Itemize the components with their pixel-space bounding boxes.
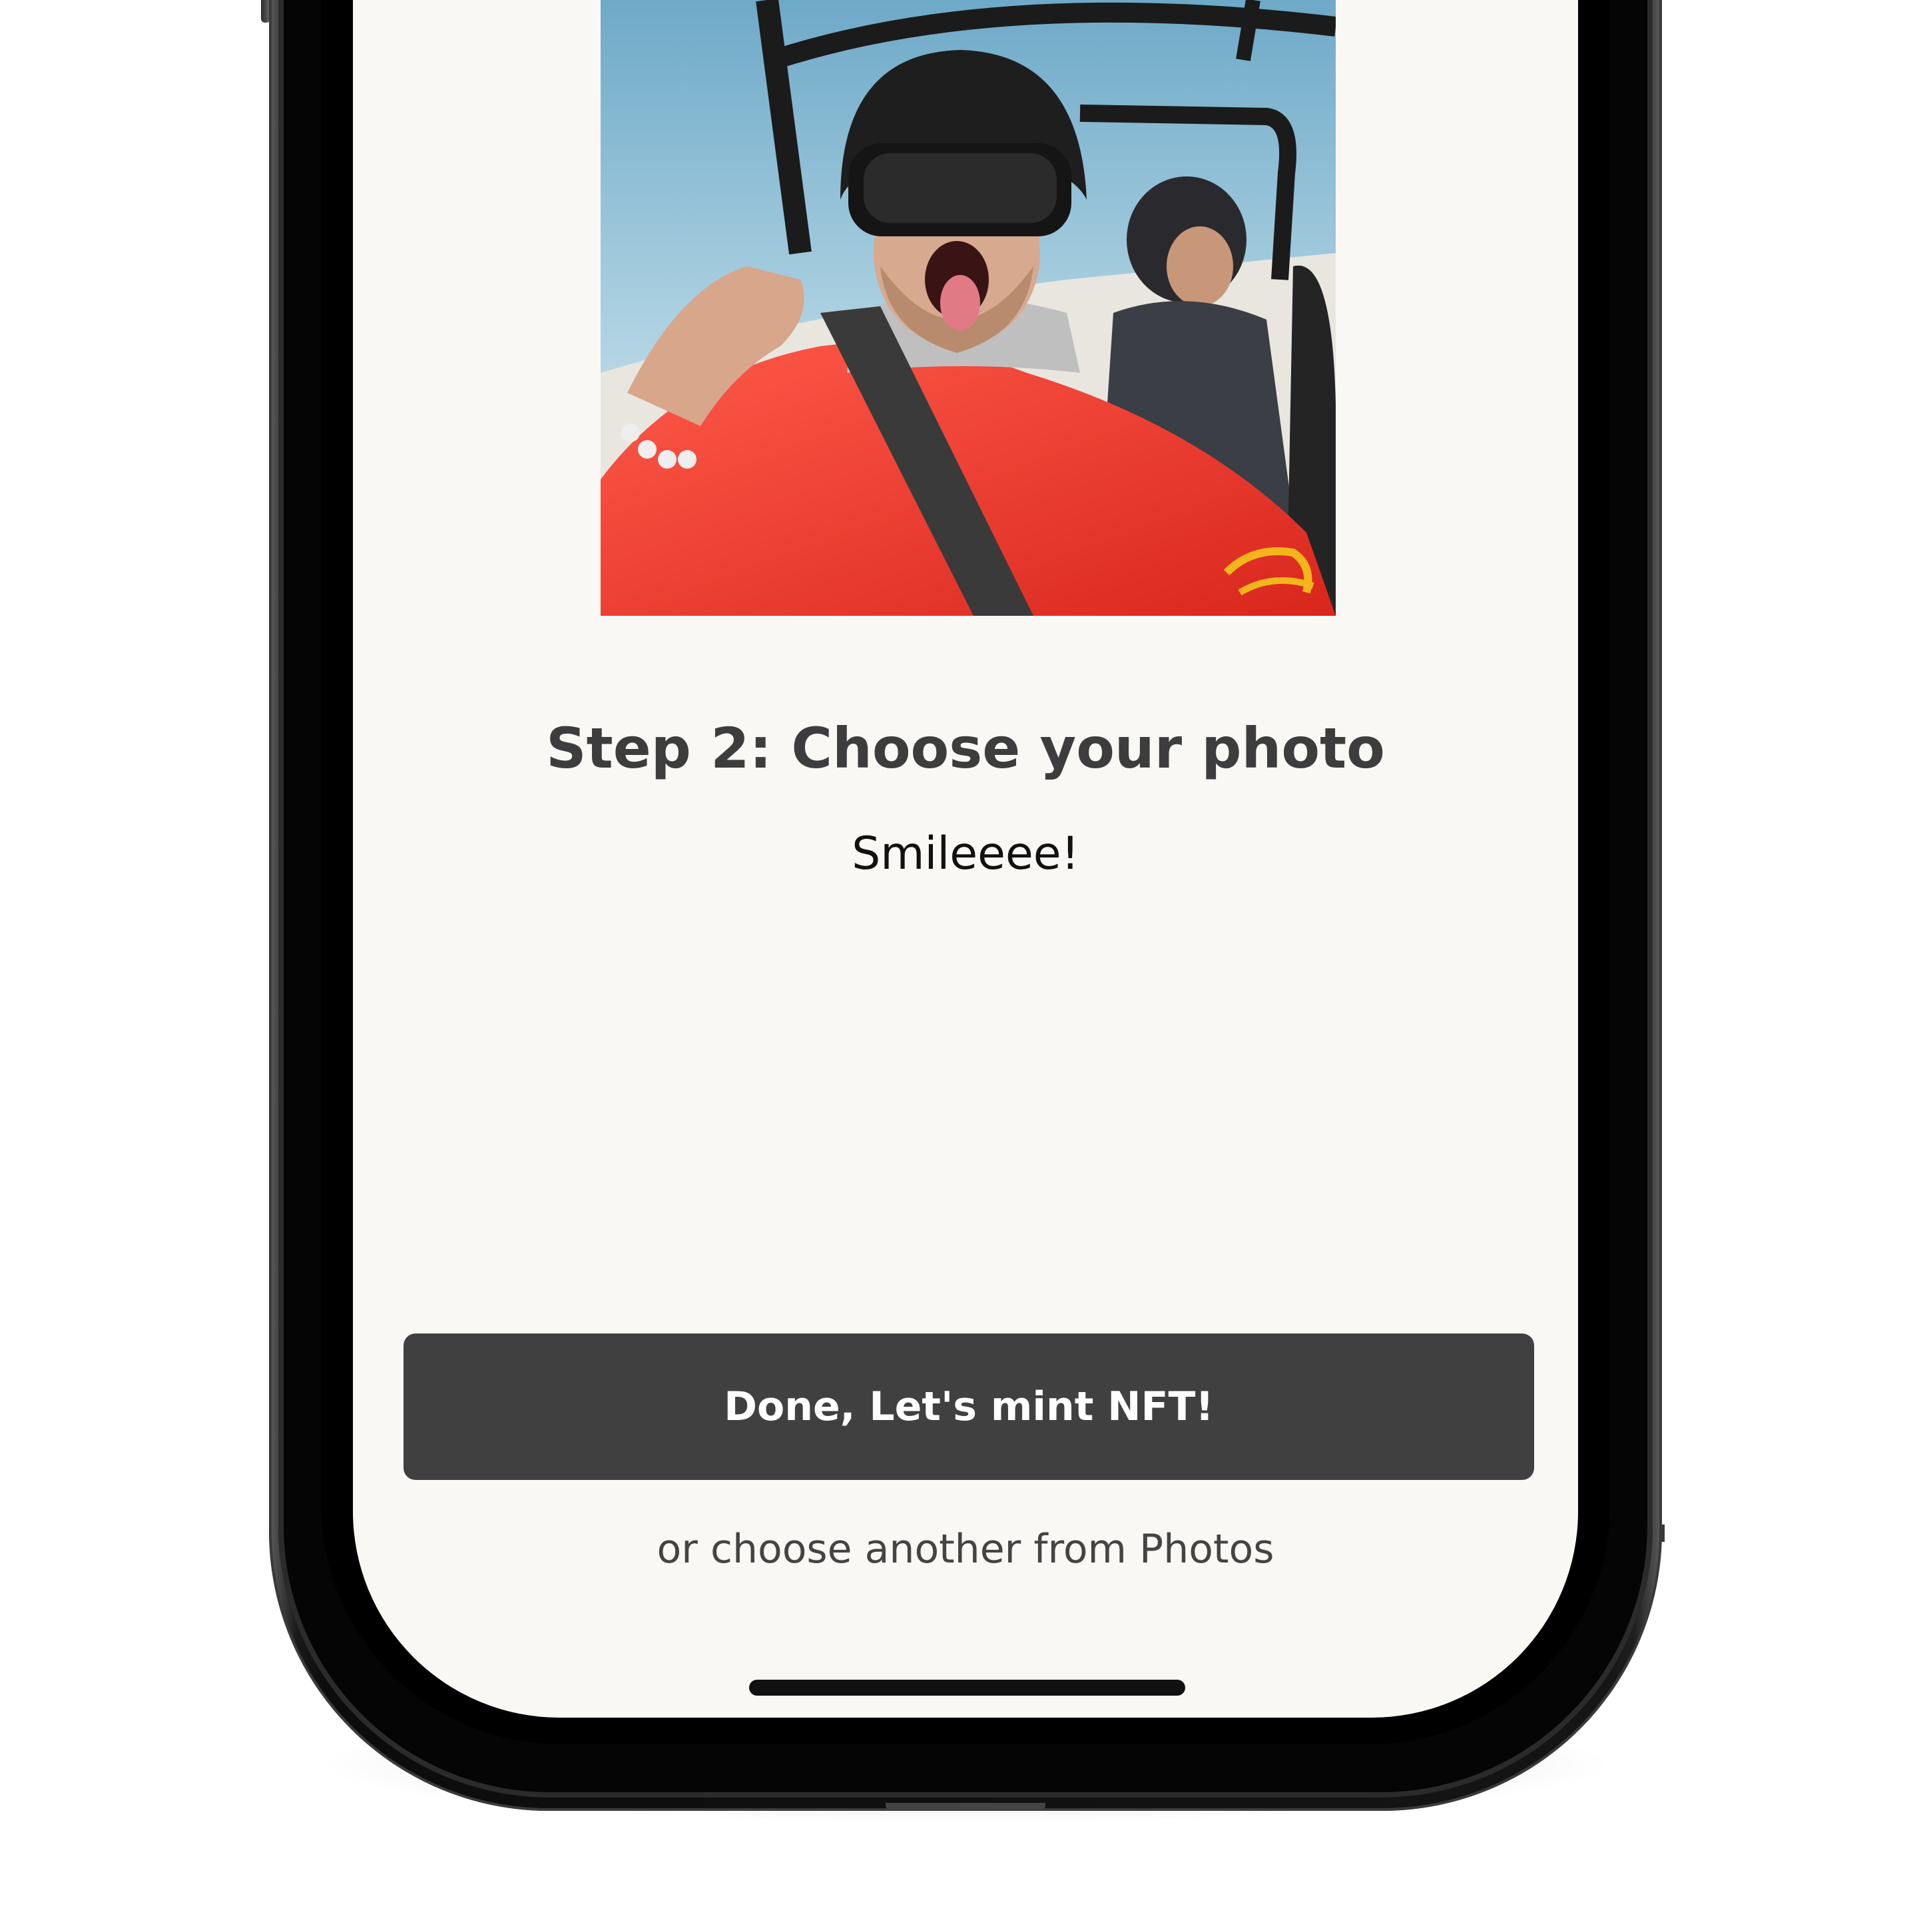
mint-nft-button[interactable]: Done, Let's mint NFT! (404, 1333, 1534, 1480)
choose-from-photos-link[interactable]: or choose another from Photos (353, 1526, 1578, 1572)
selected-photo[interactable] (601, 0, 1336, 616)
step-title: Step 2: Choose your photo (546, 716, 1385, 781)
photo-image (601, 0, 1336, 616)
home-indicator[interactable] (749, 1680, 1185, 1696)
phone-screen: Step 2: Choose your photo Smileeee! Done… (353, 0, 1578, 1718)
speaker-grille (886, 1803, 1045, 1810)
subtitle: Smileeee! (852, 828, 1079, 880)
mockup-stage: Step 2: Choose your photo Smileeee! Done… (0, 0, 1927, 1932)
